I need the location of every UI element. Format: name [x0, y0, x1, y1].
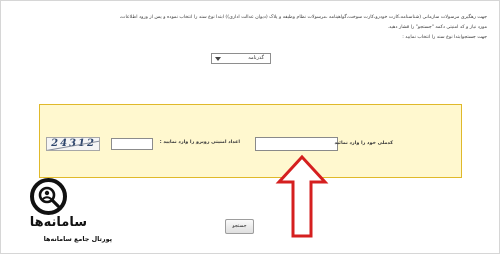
- national-id-label: کدملی خود را وارد نمائید: [334, 141, 393, 146]
- instructions-line-1: جهت رهگیری مرسولات سازمانی (شناسنامه،کار…: [119, 15, 487, 20]
- instructions-line-2: مورد نیاز و کد امنیتی دکمه "جستجو" را فش…: [387, 25, 487, 30]
- brand-watermark: سامانه‌ها پورتال جامع سامانه‌ها: [23, 174, 118, 249]
- arrow-up-icon: [275, 154, 329, 238]
- tracking-page: جهت رهگیری مرسولات سازمانی (شناسنامه،کار…: [0, 0, 500, 254]
- captcha-input[interactable]: [111, 138, 153, 150]
- brand-title: سامانه‌ها: [29, 215, 87, 230]
- document-type-selected: گذرنامه: [248, 55, 264, 61]
- search-person-icon: [30, 178, 67, 215]
- national-id-input[interactable]: [255, 137, 338, 151]
- brand-subtitle: پورتال جامع سامانه‌ها: [43, 235, 112, 243]
- search-panel: [39, 104, 462, 178]
- captcha-image: 24312: [46, 137, 100, 151]
- instructions-block: جهت رهگیری مرسولات سازمانی (شناسنامه،کار…: [11, 13, 487, 43]
- captcha-label: اعداد امنیتی روبرو را وارد نمایید :: [159, 140, 240, 145]
- instructions-line-3: جهت جستجوابتدا نوع سند را انتخاب نمایید …: [402, 35, 487, 40]
- search-button[interactable]: جستجو: [225, 219, 254, 234]
- document-type-select[interactable]: گذرنامه: [211, 53, 271, 64]
- chevron-down-icon: [215, 57, 221, 61]
